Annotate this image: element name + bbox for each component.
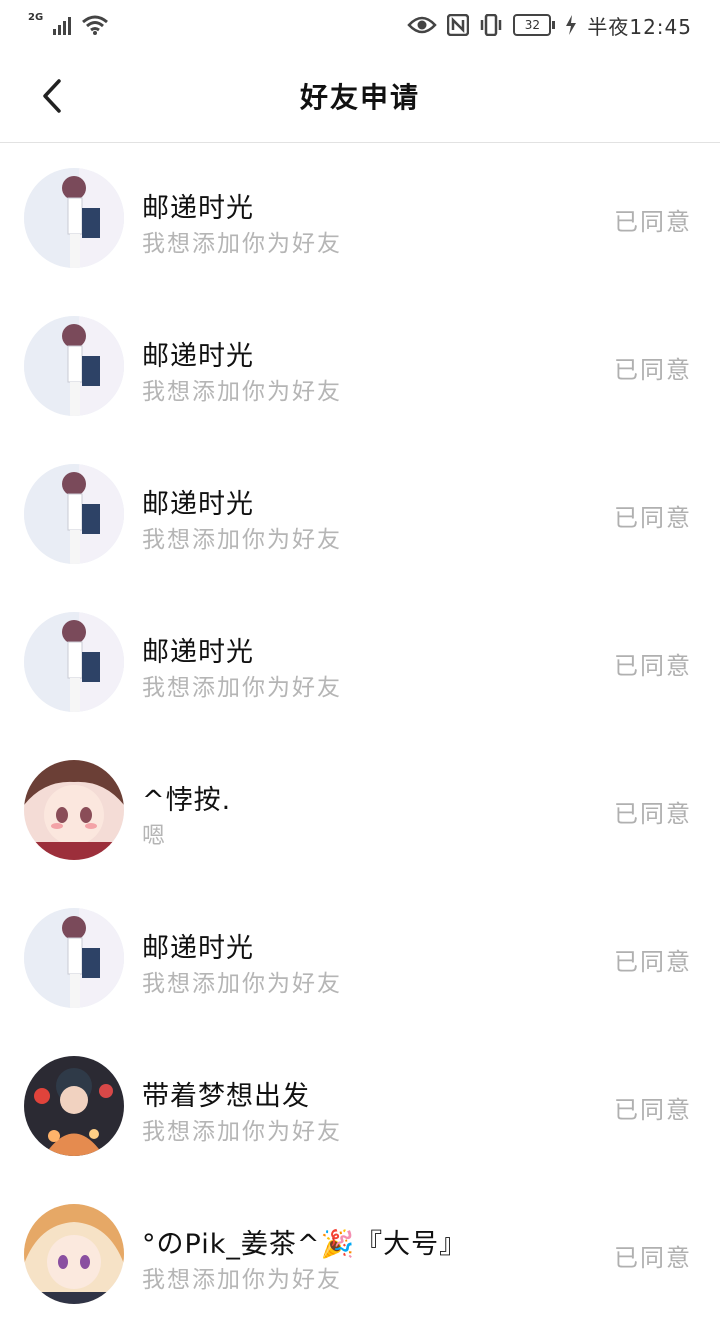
- vibrate-icon: [481, 14, 502, 36]
- friend-request-item[interactable]: ^悖按. 嗯 已同意: [0, 736, 720, 884]
- avatar[interactable]: [24, 1204, 124, 1304]
- avatar[interactable]: [24, 908, 124, 1008]
- requester-name: °のPik_姜茶^🎉『大号』: [142, 1229, 468, 1260]
- requester-name: ^悖按.: [142, 785, 232, 816]
- avatar[interactable]: [24, 760, 124, 860]
- status-left: 2G: [28, 11, 109, 36]
- avatar[interactable]: [24, 1056, 124, 1156]
- requester-name: 邮递时光: [142, 341, 254, 372]
- requester-name: 邮递时光: [142, 637, 254, 668]
- requester-name: 邮递时光: [142, 933, 254, 964]
- requester-name: 邮递时光: [142, 193, 254, 224]
- status-bar: 2G 32 半夜12:45: [0, 0, 720, 50]
- friend-request-item[interactable]: 邮递时光 我想添加你为好友 已同意: [0, 884, 720, 1032]
- signal-icon: [53, 15, 72, 35]
- eye-icon: [407, 16, 438, 34]
- friend-request-item[interactable]: 邮递时光 我想添加你为好友 已同意: [0, 292, 720, 440]
- avatar[interactable]: [24, 316, 124, 416]
- charging-icon: [566, 15, 577, 35]
- agreed-status: 已同意: [614, 208, 692, 236]
- network-type: 2G: [28, 11, 44, 23]
- request-message: 我想添加你为好友: [142, 527, 342, 553]
- request-message: 我想添加你为好友: [142, 675, 342, 701]
- friend-request-item[interactable]: °のPik_姜茶^🎉『大号』 我想添加你为好友 已同意: [0, 1180, 720, 1328]
- request-message: 我想添加你为好友: [142, 379, 342, 405]
- requester-name: 邮递时光: [142, 489, 254, 520]
- avatar[interactable]: [24, 612, 124, 712]
- request-message: 嗯: [142, 823, 167, 849]
- agreed-status: 已同意: [614, 948, 692, 976]
- avatar[interactable]: [24, 464, 124, 564]
- friend-request-item[interactable]: 带着梦想出发 我想添加你为好友 已同意: [0, 1032, 720, 1180]
- agreed-status: 已同意: [614, 652, 692, 680]
- nav-bar: 好友申请: [0, 50, 720, 143]
- agreed-status: 已同意: [614, 800, 692, 828]
- agreed-status: 已同意: [614, 356, 692, 384]
- request-message: 我想添加你为好友: [142, 1119, 342, 1145]
- friend-request-item[interactable]: 邮递时光 我想添加你为好友 已同意: [0, 144, 720, 292]
- avatar[interactable]: [24, 168, 124, 268]
- request-message: 我想添加你为好友: [142, 971, 342, 997]
- friend-request-list: 邮递时光 我想添加你为好友 已同意 邮递时光 我想添加你为好友 已同意 邮递时光…: [0, 144, 720, 1328]
- friend-request-item[interactable]: 邮递时光 我想添加你为好友 已同意: [0, 440, 720, 588]
- clock: 半夜12:45: [587, 14, 692, 39]
- requester-name: 带着梦想出发: [142, 1081, 310, 1112]
- agreed-status: 已同意: [614, 1096, 692, 1124]
- nfc-icon: [447, 14, 470, 36]
- wifi-icon: [82, 15, 109, 35]
- status-right: 32 半夜12:45: [407, 11, 692, 40]
- agreed-status: 已同意: [614, 1244, 692, 1272]
- request-message: 我想添加你为好友: [142, 1267, 342, 1293]
- page-title: 好友申请: [299, 81, 420, 114]
- request-message: 我想添加你为好友: [142, 231, 342, 257]
- battery-icon: 32: [513, 14, 556, 36]
- friend-request-item[interactable]: 邮递时光 我想添加你为好友 已同意: [0, 588, 720, 736]
- agreed-status: 已同意: [614, 504, 692, 532]
